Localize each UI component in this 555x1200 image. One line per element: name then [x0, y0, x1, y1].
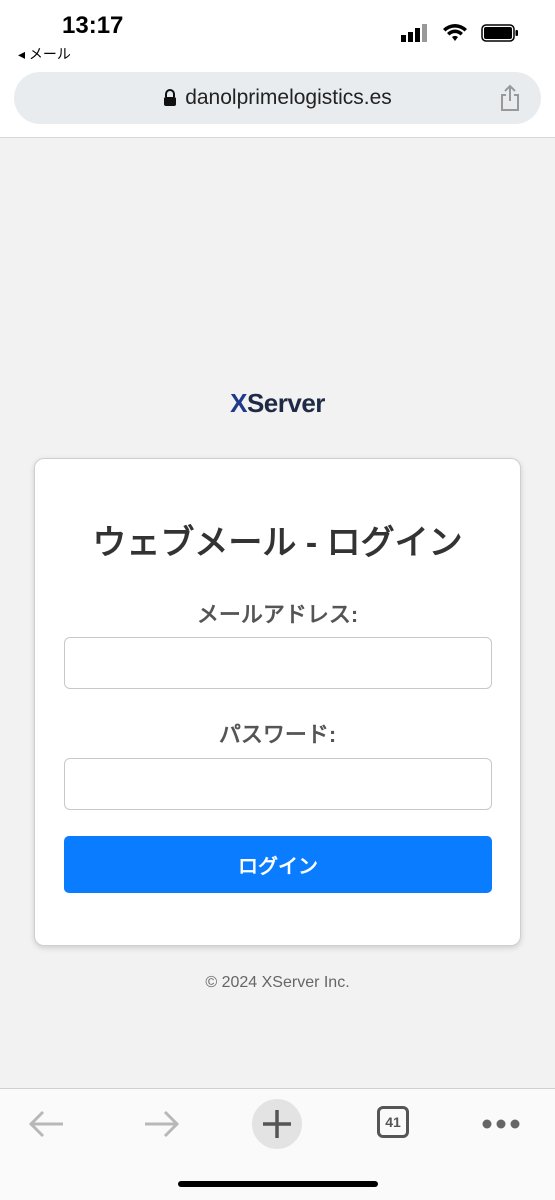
tabs-count-badge: 41: [377, 1106, 409, 1138]
back-to-app-link[interactable]: ◂ メール: [18, 44, 71, 64]
cellular-signal-icon: [401, 24, 429, 47]
password-label: パスワード:: [218, 722, 337, 747]
more-dots-icon: [482, 1119, 520, 1129]
status-icons: [401, 24, 519, 47]
arrow-right-icon: [145, 1110, 180, 1138]
password-field[interactable]: [64, 758, 492, 810]
page-content: XServer ウェブメール - ログイン メールアドレス: パスワード: ログ…: [0, 138, 555, 1088]
new-tab-button[interactable]: [252, 1099, 302, 1149]
email-label: メールアドレス:: [196, 602, 359, 627]
tabs-button[interactable]: 41: [370, 1099, 416, 1145]
more-menu-button[interactable]: [476, 1099, 526, 1149]
page-title: ウェブメール - ログイン: [92, 524, 463, 562]
share-icon[interactable]: [499, 84, 521, 117]
status-time: 13:17: [62, 12, 124, 39]
forward-button[interactable]: [136, 1099, 186, 1149]
plus-icon: [263, 1110, 291, 1138]
battery-icon: [481, 24, 519, 47]
home-indicator: [178, 1181, 378, 1187]
url-text: danolprimelogistics.es: [185, 86, 392, 109]
xserver-logo: XServer: [230, 388, 325, 418]
email-field[interactable]: [64, 637, 492, 689]
back-button[interactable]: [22, 1099, 72, 1149]
status-bar: 13:17 ◂ メール: [0, 0, 555, 70]
browser-address-area: danolprimelogistics.es: [0, 70, 555, 138]
address-bar[interactable]: danolprimelogistics.es: [14, 72, 541, 124]
lock-icon: [163, 89, 177, 107]
login-card: ウェブメール - ログイン メールアドレス: パスワード: ログイン: [34, 458, 521, 946]
wifi-icon: [443, 24, 467, 47]
copyright-footer: © 2024 XServer Inc.: [205, 974, 350, 991]
browser-toolbar: 41: [0, 1088, 555, 1200]
arrow-left-icon: [28, 1110, 63, 1138]
login-button[interactable]: ログイン: [64, 836, 492, 893]
